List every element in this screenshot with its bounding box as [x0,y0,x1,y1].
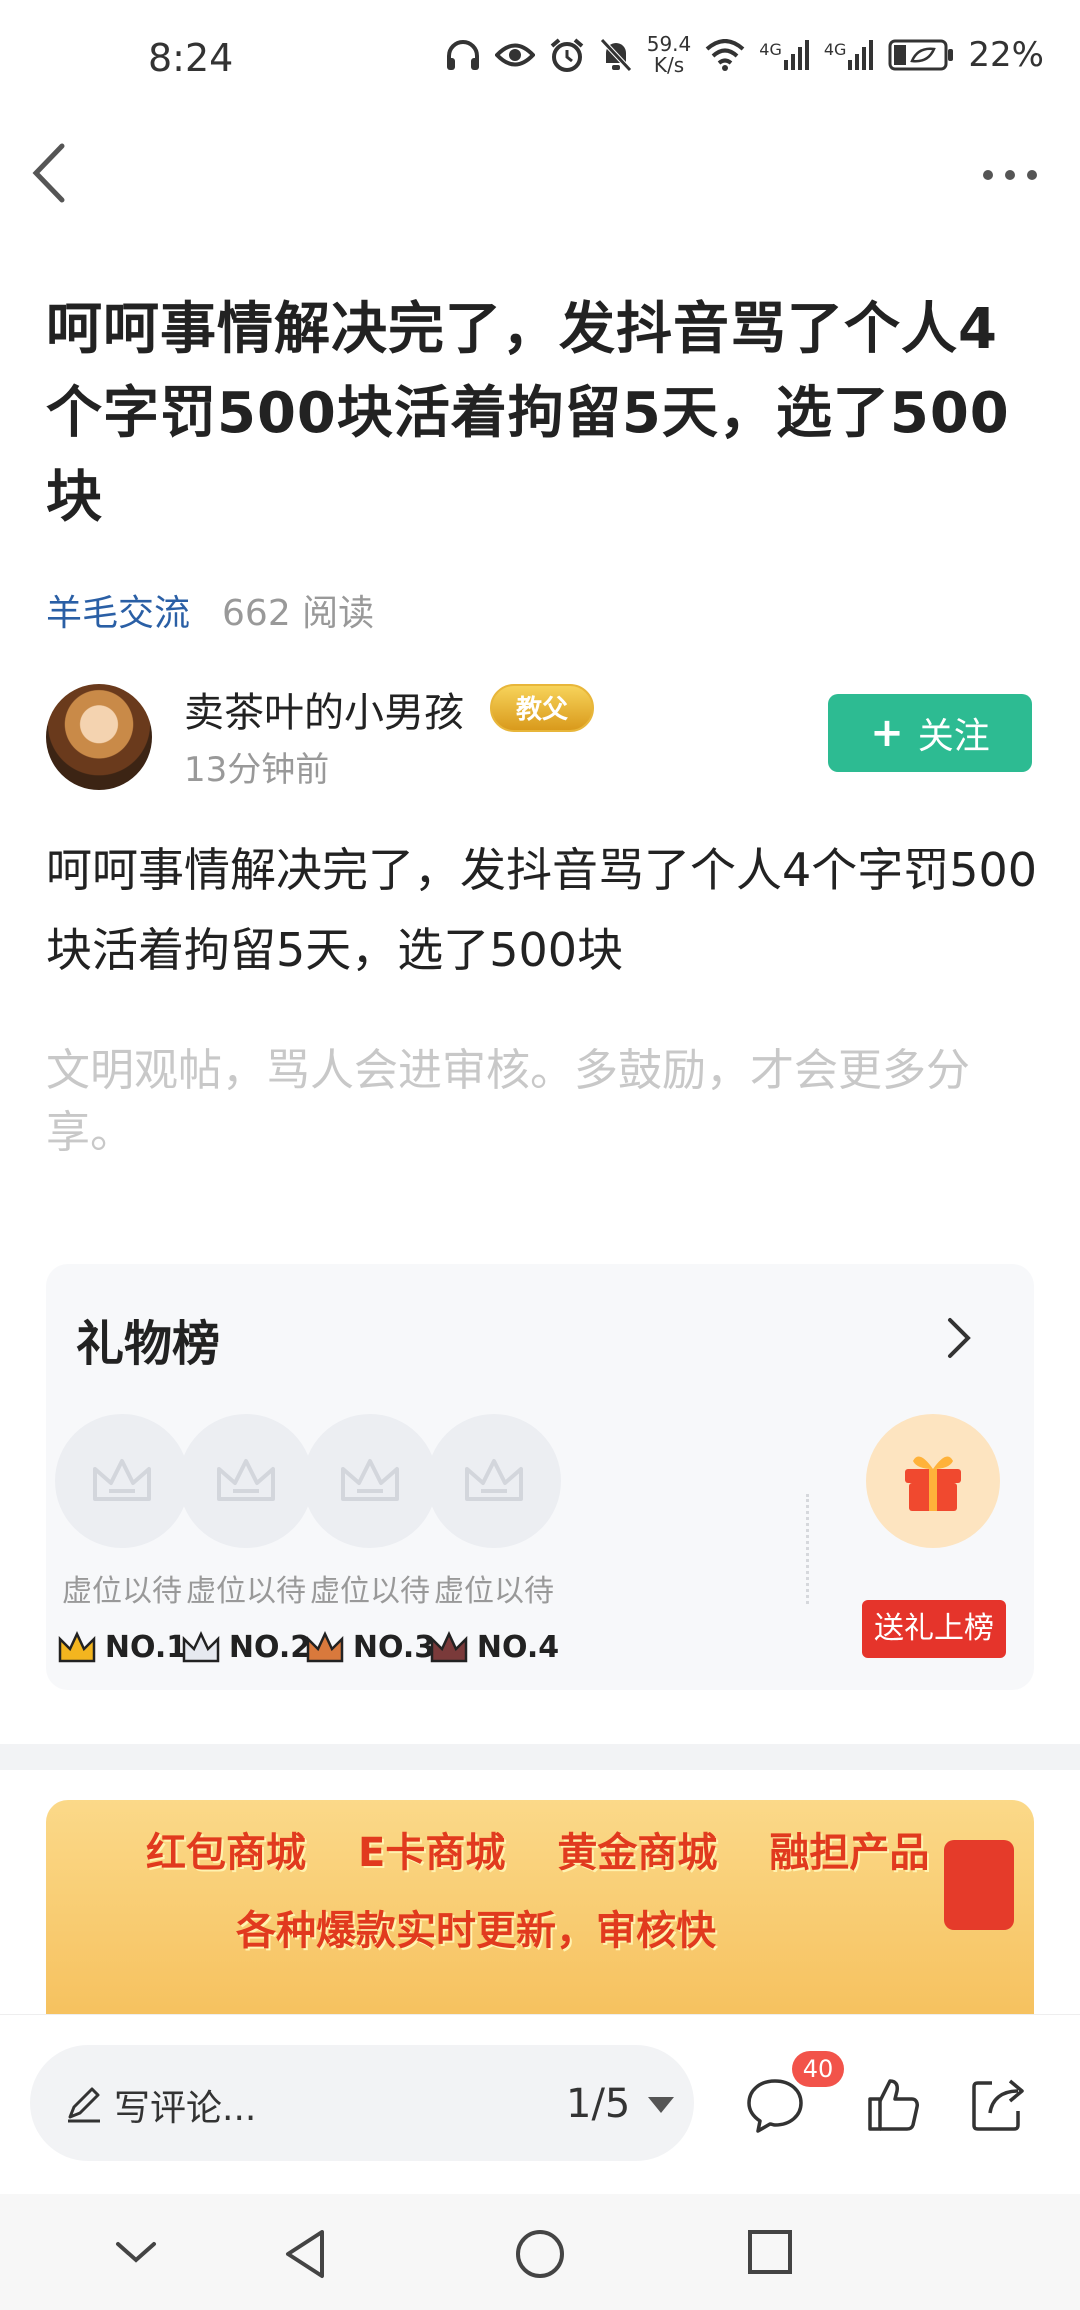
crown-silver-icon [182,1630,220,1662]
post-time: 13分钟前 [184,750,330,790]
signal-bars-icon [848,40,874,70]
chevron-right-icon[interactable] [946,1316,972,1360]
net-speed-value: 59.4 [646,32,692,56]
slot-rank: NO.1 [52,1630,192,1665]
rank-label: NO.4 [476,1630,560,1665]
gift-slot-4[interactable]: 虚位以待 NO.4 [424,1414,564,1665]
nav-back-icon[interactable] [282,2228,330,2280]
crown-gold-icon [58,1630,96,1662]
gift-slot-1[interactable]: 虚位以待 NO.1 [52,1414,192,1665]
page-indicator[interactable]: 1/5 [566,2081,630,2127]
category-link[interactable]: 羊毛交流 [46,584,190,636]
bottom-bar: 写评论... 1/5 40 [0,2014,1080,2194]
author-badge: 教父 [490,684,594,732]
read-count: 662 阅读 [222,593,375,634]
gift-button[interactable] [866,1414,1000,1548]
sim2-label: 4G [823,40,847,59]
banner-slogan: 各种爆款实时更新，审核快 [236,1908,716,1954]
promo-banner[interactable]: 红包商城 E卡商城 黄金商城 融担产品 各种爆款实时更新，审核快 [46,1800,1034,2020]
empty-slot-circle [55,1414,189,1548]
empty-slot-circle [303,1414,437,1548]
status-time: 8:24 [148,36,234,80]
rank-label: NO.3 [352,1630,436,1665]
headphones-icon [446,40,479,70]
rank-label: NO.2 [228,1630,312,1665]
gift-box-icon [905,1456,961,1511]
banner-item: 黄金商城 [557,1830,718,1876]
status-bar: 8:24 59.4 K/s 4G 4G 22% [0,0,1080,120]
slot-label: 虚位以待 [186,1574,306,1609]
gift-board: 礼物榜 虚位以待 NO.1 虚位以待 NO.2 虚位以待 NO.3 虚位以待 N… [46,1264,1034,1690]
plus-icon: + [870,710,904,756]
banner-item: E卡商城 [358,1830,506,1876]
eye-icon [494,43,535,67]
slot-label: 虚位以待 [62,1574,182,1609]
follow-label: 关注 [917,716,990,757]
system-nav-bar [0,2194,1080,2310]
gift-slot-3[interactable]: 虚位以待 NO.3 [300,1414,440,1665]
slot-rank: NO.3 [300,1630,440,1665]
crown-bronze-icon [306,1630,344,1662]
crown-outline-icon [465,1459,523,1501]
banner-item: 融担产品 [769,1830,930,1876]
article-meta: 羊毛交流 662 阅读 [46,584,374,636]
comment-icon[interactable] [744,2073,806,2135]
mute-bell-icon [599,38,632,72]
gift-slot-2[interactable]: 虚位以待 NO.2 [176,1414,316,1665]
crown-outline-icon [341,1459,399,1501]
crown-dark-icon [430,1630,468,1662]
comment-input[interactable]: 写评论... 1/5 [30,2045,694,2161]
author-name[interactable]: 卖茶叶的小男孩 [184,680,464,738]
banner-item: 红包商城 [146,1830,306,1876]
comment-count-badge: 40 [792,2051,844,2087]
signal-2: 4G [824,40,875,70]
net-speed-unit: K/s [653,53,685,77]
avatar[interactable] [46,684,152,790]
rank-label: NO.1 [104,1630,188,1665]
article-title: 呵呵事情解决完了，发抖音骂了个人4个字罚500块活着拘留5天，选了500块 [46,297,1010,530]
nav-home-icon[interactable] [514,2228,566,2280]
dropdown-triangle-icon[interactable] [648,2097,674,2113]
signal-bars-icon [783,40,809,70]
send-gift-button[interactable]: 送礼上榜 [862,1600,1006,1658]
comment-placeholder: 写评论... [114,2088,257,2129]
slot-rank: NO.2 [176,1630,316,1665]
section-separator [0,1744,1080,1770]
crown-outline-icon [93,1459,151,1501]
share-icon[interactable] [966,2073,1028,2135]
wifi-icon [705,39,745,71]
slot-label: 虚位以待 [310,1574,430,1609]
civility-hint: 文明观帖，骂人会进审核。多鼓励，才会更多分享。 [46,1045,970,1158]
chevron-down-icon[interactable] [114,2228,158,2276]
more-icon[interactable] [980,160,1040,190]
divider [806,1494,809,1604]
back-arrow-icon[interactable] [26,140,76,206]
article-body: 呵呵事情解决完了，发抖音骂了个人4个字罚500块活着拘留5天，选了500块 [46,843,1038,977]
battery-icon [888,39,954,71]
slot-rank: NO.4 [424,1630,564,1665]
pen-icon [68,2087,100,2123]
net-speed: 59.4 K/s [647,34,692,76]
gift-board-title: 礼物榜 [76,1316,221,1372]
empty-slot-circle [179,1414,313,1548]
sim1-label: 4G [759,40,782,59]
status-icons: 59.4 K/s 4G 4G 22% [445,34,1044,76]
like-icon[interactable] [862,2073,924,2135]
red-envelope-icon [944,1840,1014,1930]
empty-slot-circle [427,1414,561,1548]
slot-label: 虚位以待 [434,1574,554,1609]
alarm-icon [550,38,584,72]
nav-recents-icon[interactable] [746,2228,794,2276]
battery-percent: 22% [968,35,1044,75]
follow-button[interactable]: + 关注 [828,694,1032,772]
crown-outline-icon [217,1459,275,1501]
banner-items: 红包商城 E卡商城 黄金商城 融担产品 [146,1820,929,1878]
signal-1: 4G [759,40,810,70]
